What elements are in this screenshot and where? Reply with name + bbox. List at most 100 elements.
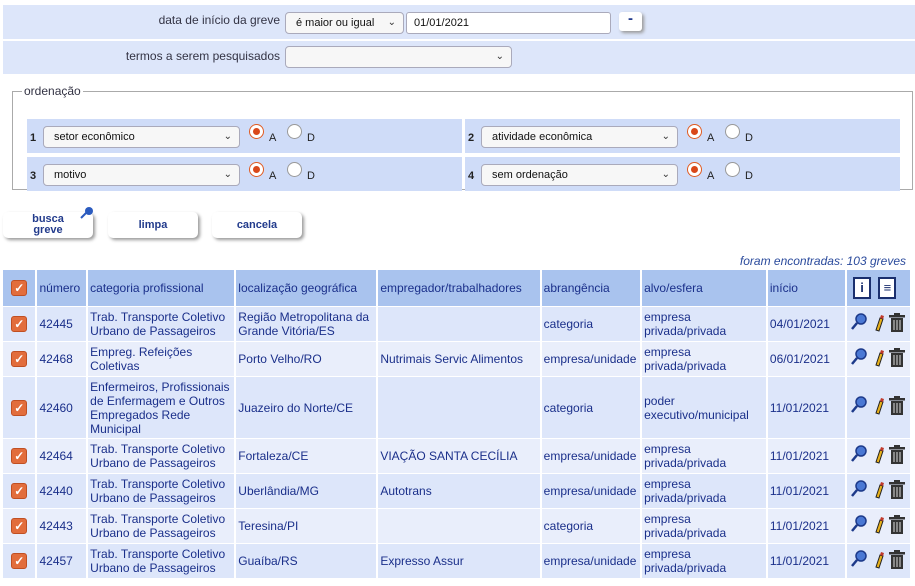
start-date-input[interactable]: 01/01/2021 <box>406 12 611 34</box>
column-header[interactable]: início <box>767 270 846 306</box>
cell-inicio: 11/01/2021 <box>767 508 846 543</box>
trash-icon <box>888 312 905 332</box>
order-asc-label: A <box>707 170 715 182</box>
cell-local: Juazeiro do Norte/CE <box>236 376 377 438</box>
table-row[interactable]: ✓ 42443 Trab. Transporte Coletivo Urbano d… <box>3 508 910 543</box>
order-criterion-4: 4 sem ordenação ⌄ A D <box>465 157 900 191</box>
order-asc-radio[interactable] <box>687 162 702 177</box>
cell-numero: 42468 <box>37 341 87 376</box>
order-field-select[interactable]: setor econômico ⌄ <box>43 126 240 148</box>
row-actions[interactable] <box>847 508 910 543</box>
start-date-label: data de início da greve <box>158 13 280 27</box>
table-row[interactable]: ✓ 42464 Trab. Transporte Coletivo Urbano d… <box>3 438 910 473</box>
column-header[interactable]: empregador/trabalhadores <box>378 270 540 306</box>
cancel-button[interactable]: cancela <box>212 212 302 238</box>
column-header[interactable]: categoria profissional <box>88 270 235 306</box>
order-asc-radio[interactable] <box>687 124 702 139</box>
order-field-select[interactable]: motivo ⌄ <box>43 164 240 186</box>
row-actions[interactable] <box>847 376 910 438</box>
terms-select[interactable]: ⌄ <box>285 46 512 68</box>
view-icon <box>850 479 867 497</box>
cell-numero: 42464 <box>37 438 87 473</box>
row-select-cell: ✓ <box>3 376 36 438</box>
order-field-select[interactable]: atividade econômica ⌄ <box>481 126 678 148</box>
order-criterion-2: 2 atividade econômica ⌄ A D <box>465 119 900 153</box>
search-strike-button[interactable]: busca greve <box>3 207 93 238</box>
results-table: ✓ número categoria profissional localiza… <box>1 270 912 578</box>
cell-local: Guaíba/RS <box>236 543 377 578</box>
row-checkbox[interactable]: ✓ <box>11 518 28 534</box>
row-actions[interactable] <box>847 341 910 376</box>
terms-label: termos a serem pesquisados <box>125 49 280 63</box>
edit-icon <box>874 349 884 367</box>
order-field-select[interactable]: sem ordenação ⌄ <box>481 164 678 186</box>
row-checkbox[interactable]: ✓ <box>11 351 28 367</box>
cell-categoria: Trab. Transporte Coletivo Urbano de Pass… <box>88 508 235 543</box>
row-select-cell: ✓ <box>3 438 36 473</box>
report-icon[interactable]: ≡ <box>878 277 897 299</box>
order-number: 2 <box>468 132 475 144</box>
cell-empregador: Autotrans <box>378 473 540 508</box>
cell-categoria: Trab. Transporte Coletivo Urbano de Pass… <box>88 473 235 508</box>
cell-alvo: poder executivo/municipal <box>642 376 766 438</box>
table-row[interactable]: ✓ 42457 Trab. Transporte Coletivo Urbano d… <box>3 543 910 578</box>
order-asc-radio[interactable] <box>249 124 264 139</box>
view-icon <box>850 396 867 413</box>
row-actions[interactable] <box>847 306 910 341</box>
cell-abrangencia: empresa/unidade <box>541 438 641 473</box>
cell-alvo: empresa privada/privada <box>642 438 766 473</box>
cell-numero: 42443 <box>37 508 87 543</box>
row-actions[interactable] <box>847 473 910 508</box>
cell-abrangencia: categoria <box>541 306 641 341</box>
cell-numero: 42440 <box>37 473 87 508</box>
order-desc-radio[interactable] <box>287 124 302 139</box>
table-row[interactable]: ✓ 42468 Empreg. Refeições Coletivas Porto V… <box>3 341 910 376</box>
table-row[interactable]: ✓ 42460 Enfermeiros, Profissionais de Enfe… <box>3 376 910 438</box>
order-desc-radio[interactable] <box>725 124 740 139</box>
edit-icon <box>874 551 884 569</box>
trash-icon <box>888 347 905 367</box>
row-select-cell: ✓ <box>3 306 36 341</box>
row-select-cell: ✓ <box>3 473 36 508</box>
column-header[interactable]: número <box>37 270 87 306</box>
cell-inicio: 06/01/2021 <box>767 341 846 376</box>
order-desc-label: D <box>745 132 753 144</box>
row-checkbox[interactable]: ✓ <box>11 399 28 416</box>
cell-categoria: Empreg. Refeições Coletivas <box>88 341 235 376</box>
table-row[interactable]: ✓ 42440 Trab. Transporte Coletivo Urbano d… <box>3 473 910 508</box>
cell-alvo: empresa privada/privada <box>642 508 766 543</box>
row-actions[interactable] <box>847 438 910 473</box>
cell-alvo: empresa privada/privada <box>642 306 766 341</box>
row-select-cell: ✓ <box>3 508 36 543</box>
order-desc-radio[interactable] <box>725 162 740 177</box>
row-checkbox[interactable]: ✓ <box>11 483 28 499</box>
table-row[interactable]: ✓ 42445 Trab. Transporte Coletivo Urbano d… <box>3 306 910 341</box>
column-header[interactable]: alvo/esfera <box>642 270 766 306</box>
cell-categoria: Trab. Transporte Coletivo Urbano de Pass… <box>88 438 235 473</box>
start-date-operator-select[interactable]: é maior ou igual ⌄ <box>285 12 404 34</box>
order-field-value: atividade econômica <box>492 131 593 143</box>
column-header[interactable]: localização geográfica <box>236 270 377 306</box>
cell-local: Teresina/PI <box>236 508 377 543</box>
info-icon[interactable]: i <box>853 277 872 299</box>
order-asc-radio[interactable] <box>249 162 264 177</box>
cell-local: Porto Velho/RO <box>236 341 377 376</box>
cell-empregador <box>378 508 540 543</box>
remove-filter-button[interactable]: - <box>619 11 642 31</box>
search-button-label-2: greve <box>33 224 63 236</box>
row-checkbox[interactable]: ✓ <box>11 553 28 569</box>
row-checkbox[interactable]: ✓ <box>11 448 28 464</box>
order-desc-radio[interactable] <box>287 162 302 177</box>
column-header[interactable]: abrangência <box>541 270 641 306</box>
clear-button[interactable]: limpa <box>108 212 198 238</box>
select-all-checkbox[interactable]: ✓ <box>11 280 28 296</box>
row-checkbox[interactable]: ✓ <box>11 316 28 332</box>
order-field-value: motivo <box>54 169 87 181</box>
order-number: 3 <box>30 170 37 182</box>
ordering-fieldset: ordenação 1 setor econômico ⌄ A D 2 ativ… <box>12 84 913 191</box>
row-actions[interactable] <box>847 543 910 578</box>
order-asc-label: A <box>707 132 715 144</box>
cell-empregador: Expresso Assur <box>378 543 540 578</box>
view-icon <box>850 444 867 462</box>
chevron-down-icon: ⌄ <box>387 17 396 28</box>
